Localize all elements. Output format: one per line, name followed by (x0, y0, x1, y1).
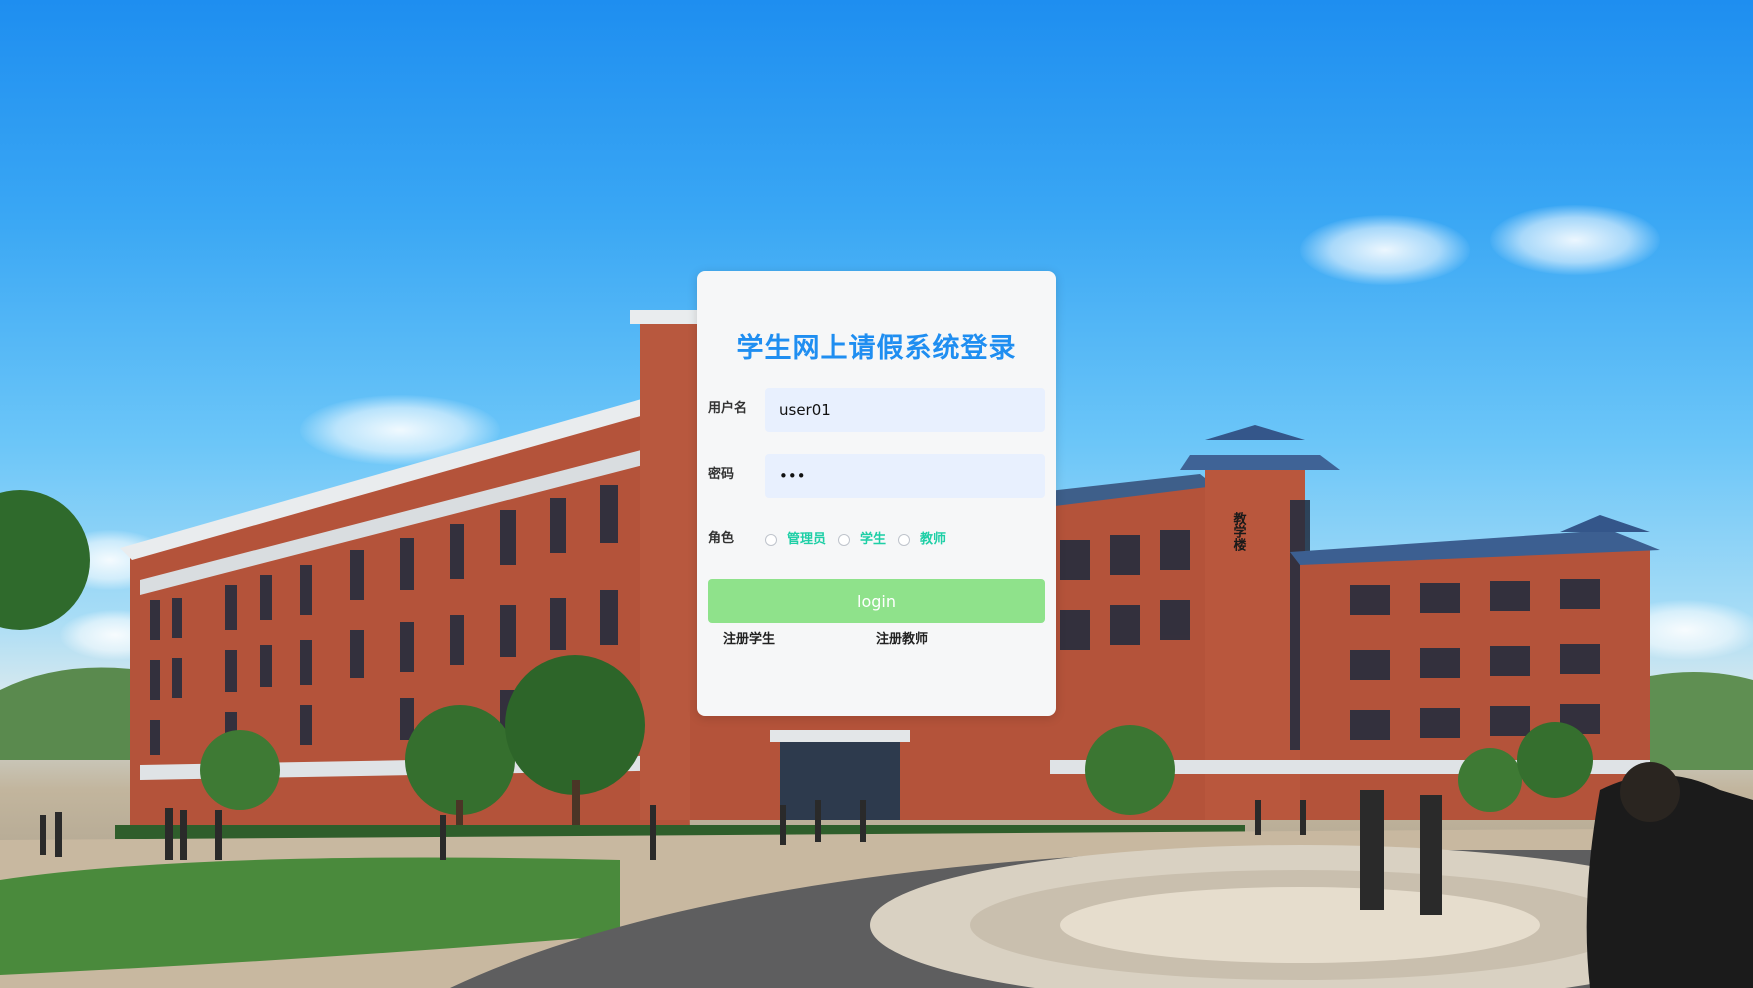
login-card: 学生网上请假系统登录 用户名 密码 角色 管理员 学生 教师 login 注册学… (697, 271, 1056, 716)
building-sign: 教学楼 (1231, 511, 1248, 552)
role-option-teacher[interactable]: 教师 (898, 531, 946, 549)
login-page: 教学楼 学生网上请假系统登录 用户名 user01 密码 ••• 角色 管理员 … (0, 0, 1753, 988)
radio-circle-icon[interactable] (838, 534, 851, 546)
username-label: 用户名 (708, 401, 748, 416)
radio-circle-icon[interactable] (765, 534, 777, 546)
login-title: 学生网上请假系统登录 (736, 333, 1017, 364)
username-input[interactable] (765, 388, 1045, 432)
role-option-admin[interactable]: 管理员 (765, 531, 826, 549)
login-button[interactable]: login (708, 579, 1045, 623)
radio-circle-icon[interactable] (898, 534, 911, 546)
password-input[interactable] (765, 454, 1045, 498)
role-radio-group: 管理员 学生 教师 (765, 529, 958, 551)
role-option-label: 学生 (860, 532, 887, 547)
role-label: 角色 (708, 531, 735, 546)
role-option-label: 管理员 (787, 532, 827, 547)
register-teacher-link[interactable]: 注册教师 (876, 631, 928, 649)
role-option-label: 教师 (920, 532, 947, 547)
password-label: 密码 (708, 467, 735, 482)
role-option-student[interactable]: 学生 (838, 531, 886, 549)
register-student-link[interactable]: 注册学生 (723, 631, 775, 649)
